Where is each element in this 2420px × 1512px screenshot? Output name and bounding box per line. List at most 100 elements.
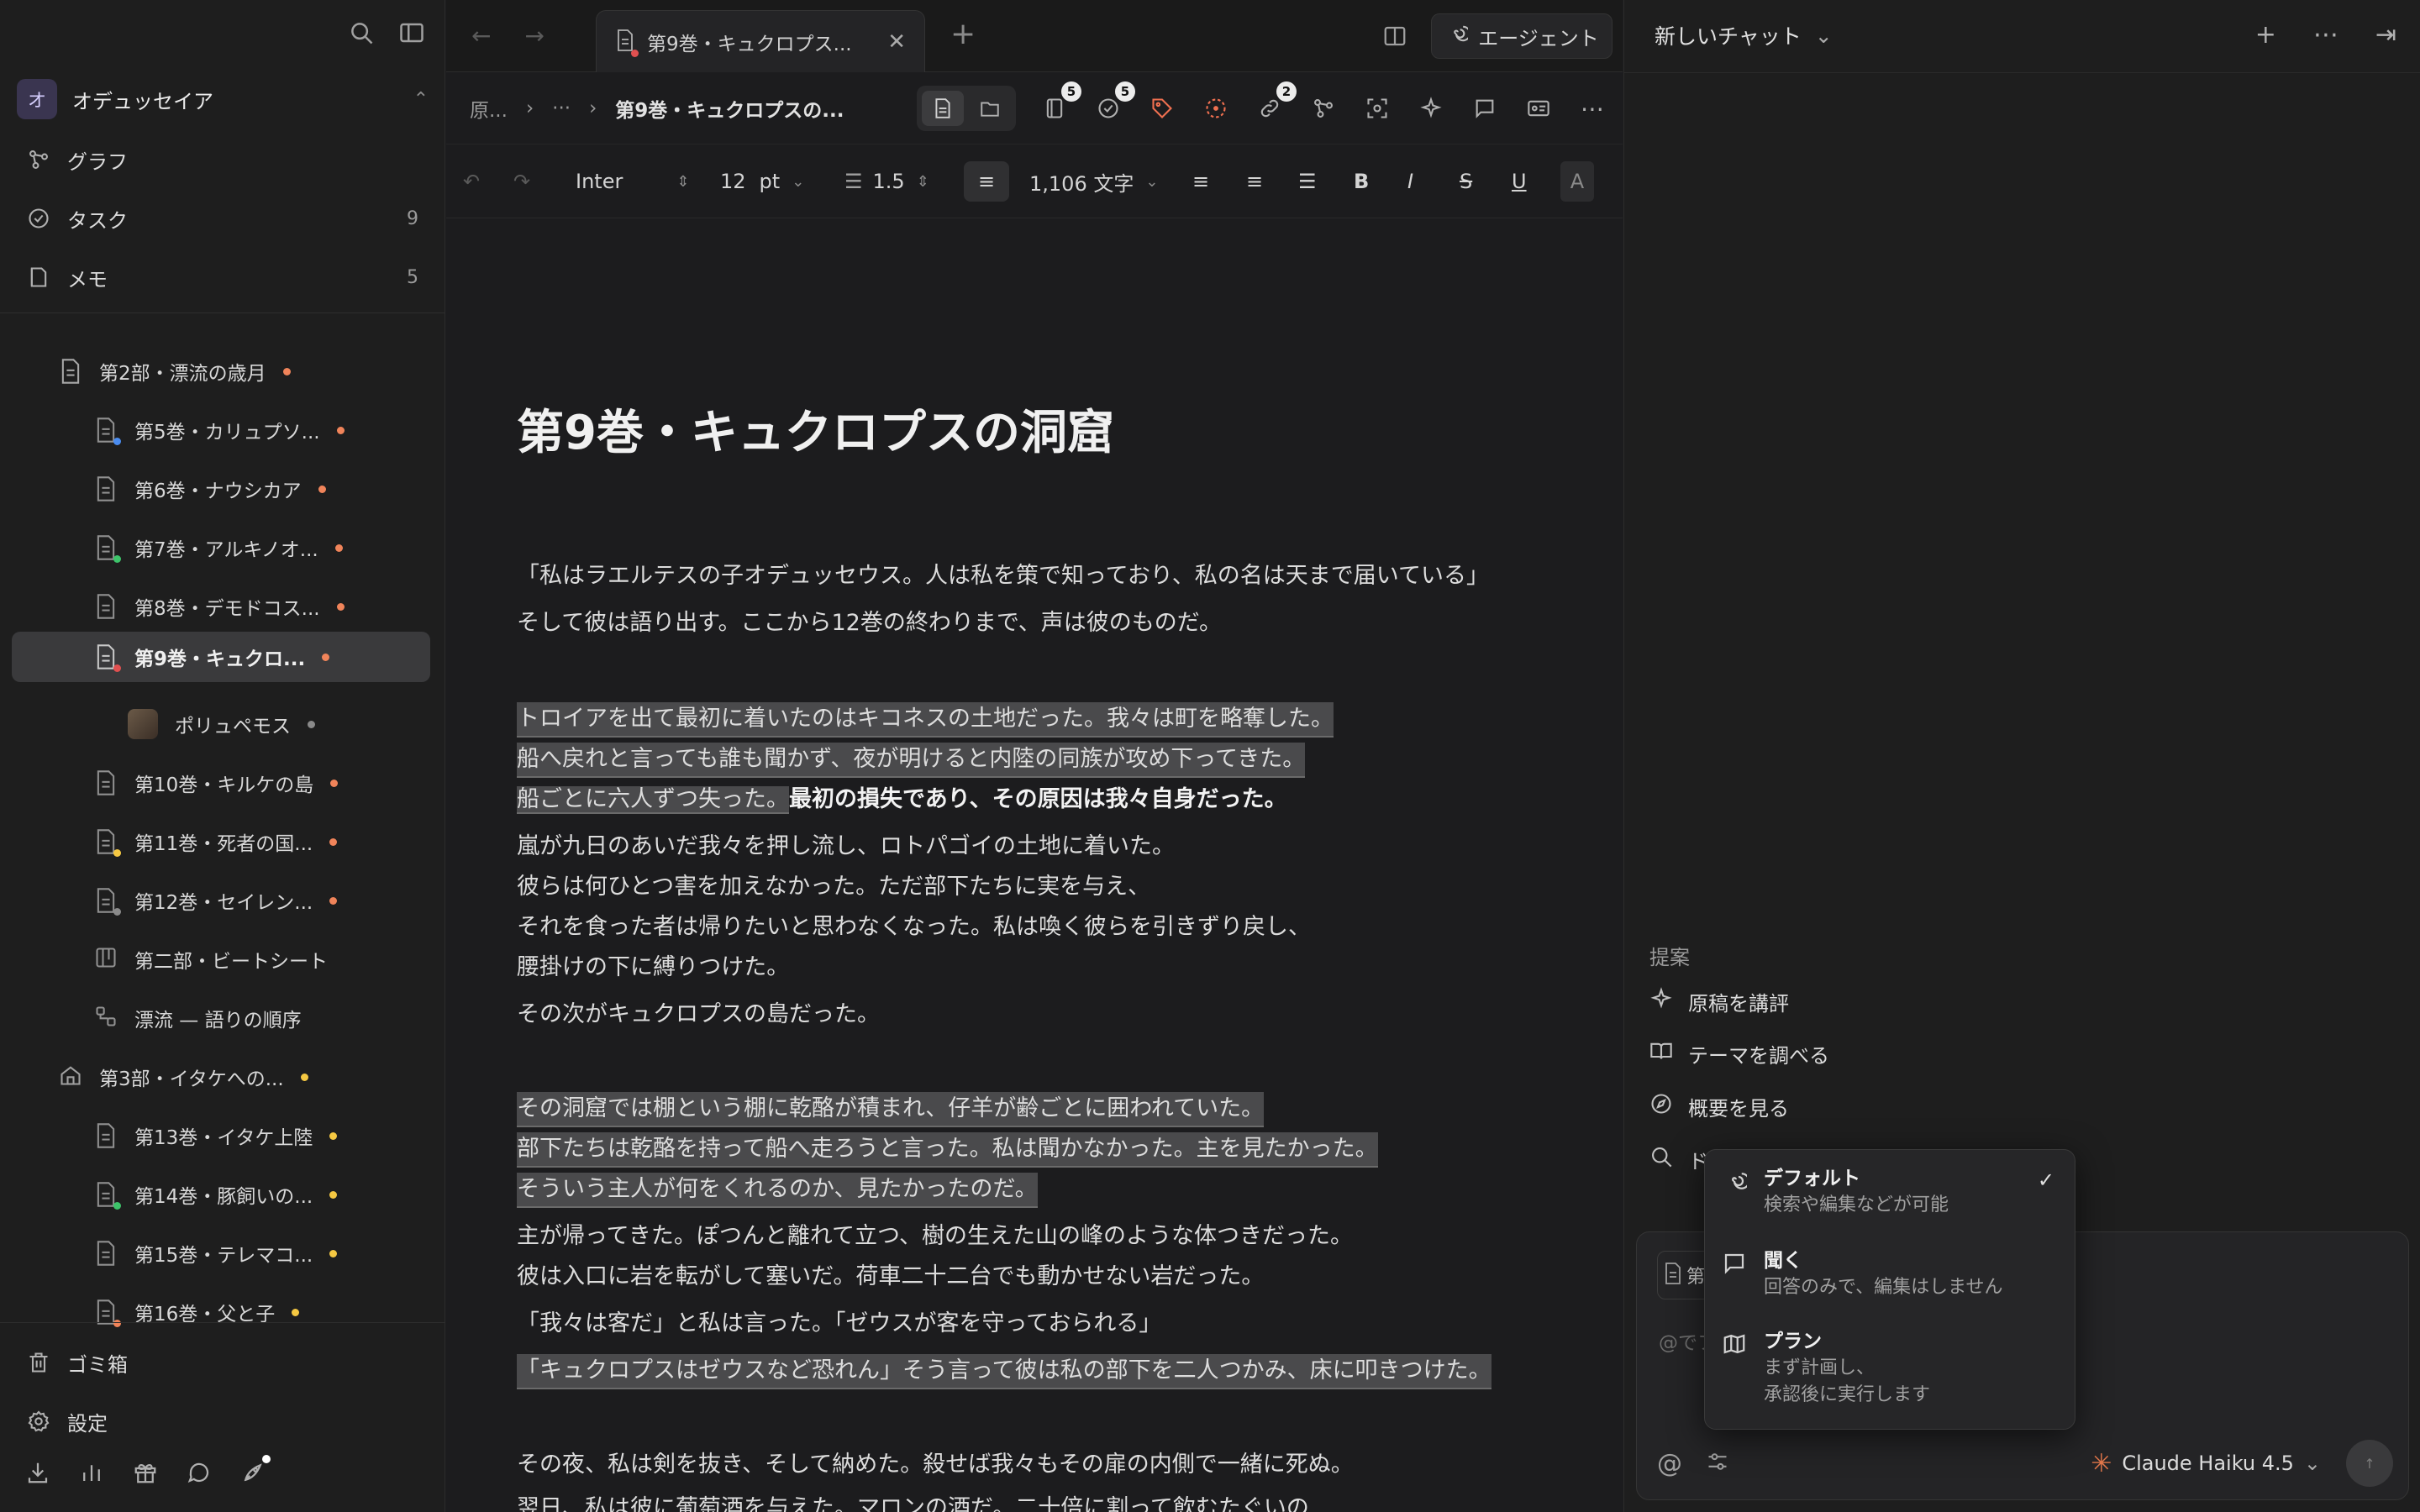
document-toolbar: 5 5 2 ⋯ <box>917 81 1607 131</box>
tree-item-book7[interactable]: 第7巻・アルキノオ... <box>94 522 343 573</box>
forward-arrow-icon[interactable]: → <box>524 22 544 50</box>
id-card-icon[interactable] <box>1523 93 1554 123</box>
settings-button[interactable]: 設定 <box>27 1403 422 1440</box>
trash-button[interactable]: ゴミ箱 <box>27 1344 422 1381</box>
chevron-updown-icon: ⇕ <box>676 172 690 191</box>
tree-item-book11[interactable]: 第11巻・死者の国... <box>94 816 338 867</box>
tab-bar: ← → 第9巻・キュクロプス... ✕ + エージェント <box>446 0 1623 72</box>
tab-active-document[interactable]: 第9巻・キュクロプス... ✕ <box>596 10 925 72</box>
justify-icon[interactable]: ☰ <box>1298 161 1317 202</box>
new-tab-plus-icon[interactable]: + <box>950 17 976 51</box>
model-select[interactable]: ✳ Claude Haiku 4.5 ⌄ <box>2091 1449 2321 1478</box>
tree-item-polyphemus[interactable]: ポリュペモス <box>128 699 315 749</box>
tree-item-book13[interactable]: 第13巻・イタケ上陸 <box>94 1110 338 1161</box>
tree-item-book6[interactable]: 第6巻・ナウシカア <box>94 464 326 514</box>
suggestion-theme[interactable]: テーマを調べる <box>1649 1037 1829 1070</box>
undo-icon[interactable]: ↶ <box>463 161 480 202</box>
redo-icon[interactable]: ↷ <box>513 161 530 202</box>
highlighted-line: 船へ戻れと言っても誰も聞かず、夜が明けると内陸の同族が攻め下ってきた。 <box>517 743 1306 778</box>
font-select[interactable]: Inter ⇕ <box>576 161 689 202</box>
tree-item-book8[interactable]: 第8巻・デモドコス... <box>94 581 345 632</box>
tree-item-book10[interactable]: 第10巻・キルケの島 <box>94 758 339 808</box>
at-mention-icon[interactable]: @ <box>1657 1449 1682 1478</box>
tree-item-book15[interactable]: 第15巻・テレマコ... <box>94 1228 338 1278</box>
nav-label: グラフ <box>67 150 128 174</box>
more-icon[interactable]: ⋯ <box>2313 20 2338 50</box>
context-document-chip[interactable]: 第 <box>1657 1251 1711 1299</box>
graph-icon[interactable] <box>1308 93 1339 123</box>
chat-title-dropdown[interactable]: 新しいチャット ⌄ <box>1655 20 1833 50</box>
align-center-icon[interactable]: ≡ <box>1192 161 1209 202</box>
document-icon <box>94 1122 118 1149</box>
tree-item-beatsheet[interactable]: 第二部・ビートシート <box>94 934 328 984</box>
download-icon[interactable] <box>25 1460 50 1485</box>
link-icon[interactable]: 2 <box>1255 81 1297 123</box>
align-right-icon[interactable]: ≡ <box>1246 161 1263 202</box>
breadcrumb-current[interactable]: 第9巻・キュクロプスの... <box>615 94 844 123</box>
tree-item-book16[interactable]: 第16巻・父と子 <box>94 1287 300 1337</box>
italic-icon[interactable]: I <box>1407 161 1413 202</box>
workspace-switcher[interactable]: オ オデュッセイア ⌃ <box>17 79 429 119</box>
tree-item-narrative-order[interactable]: 漂流 — 語りの順序 <box>94 993 302 1043</box>
sidebar-toggle-icon[interactable] <box>399 20 424 45</box>
paragraph-line: 主が帰ってきた。ぽつんと離れて立つ、樹の生えた山の峰のような体つきだった。 <box>517 1223 1353 1249</box>
mode-option-default[interactable]: デフォルト 検索や編集などが可能 <box>1722 1165 2058 1219</box>
agent-button[interactable]: エージェント <box>1431 13 1612 59</box>
nav-item-graph[interactable]: グラフ <box>27 141 418 178</box>
focus-icon[interactable] <box>1362 93 1392 123</box>
tree-item-part3[interactable]: 第3部・イタケへの... <box>59 1052 308 1102</box>
font-size-select[interactable]: 12 pt ⌄ <box>720 161 804 202</box>
suggestion-review[interactable]: 原稿を講評 <box>1649 984 1789 1018</box>
tree-item-book14[interactable]: 第14巻・豚飼いの... <box>94 1169 338 1220</box>
underline-icon[interactable]: U <box>1512 161 1527 202</box>
close-icon[interactable]: ✕ <box>887 29 906 55</box>
gift-icon[interactable] <box>133 1460 158 1485</box>
line-height-select[interactable]: ☰ 1.5 ⇕ <box>844 161 929 202</box>
tasks-icon[interactable]: 5 <box>1093 81 1135 123</box>
breadcrumb-root[interactable]: 原... <box>470 94 508 123</box>
mode-dropdown-menu: デフォルト 検索や編集などが可能 ✓ 聞く 回答のみで、編集はしません プラン … <box>1704 1149 2075 1430</box>
mode-option-plan[interactable]: プラン まず計画し、 承認後に実行します <box>1722 1328 2058 1409</box>
align-left-icon[interactable]: ≡ <box>964 161 1009 202</box>
sparkle-icon[interactable] <box>1416 93 1446 123</box>
nav-item-notes[interactable]: メモ 5 <box>27 259 418 296</box>
status-circle-icon[interactable] <box>1201 93 1231 123</box>
send-button[interactable]: ↑ <box>2346 1440 2393 1487</box>
chat-bubble-icon[interactable] <box>187 1460 212 1485</box>
tree-item-book5[interactable]: 第5巻・カリュプソ... <box>94 405 345 455</box>
strikethrough-icon[interactable]: S <box>1460 161 1472 202</box>
files-icon[interactable]: 5 <box>1039 81 1081 123</box>
breadcrumb-ellipsis[interactable]: ··· <box>552 97 571 119</box>
split-view-icon[interactable] <box>1382 24 1407 49</box>
tree-item-book9[interactable]: 第9巻・キュクロ... <box>12 632 430 682</box>
mode-option-ask[interactable]: 聞く 回答のみで、編集はしません <box>1722 1247 2058 1301</box>
sliders-icon[interactable] <box>1706 1450 1729 1477</box>
collapse-panel-icon[interactable]: ⇥ <box>2375 20 2396 50</box>
more-icon[interactable]: ⋯ <box>1577 93 1607 123</box>
suggestion-search[interactable]: ド <box>1649 1142 1708 1176</box>
text-color-icon[interactable]: A <box>1560 161 1594 202</box>
back-arrow-icon[interactable]: ← <box>471 22 491 50</box>
word-count-select[interactable]: 1,106 文字 ⌄ <box>1029 161 1158 202</box>
comment-icon[interactable] <box>1470 93 1500 123</box>
folder-icon[interactable] <box>969 91 1011 126</box>
nav-item-tasks[interactable]: タスク 9 <box>27 200 418 237</box>
footer-label: 設定 <box>67 1411 108 1436</box>
document-view-icon[interactable] <box>922 91 964 126</box>
tree-item-label: 第12巻・セイレン... <box>134 892 313 914</box>
highlighted-line: 「キュクロプスはゼウスなど恐れん」そう言って彼は私の部下を二人つかみ、床に叩きつ… <box>517 1354 1491 1389</box>
bold-icon[interactable]: B <box>1354 161 1369 202</box>
tag-icon[interactable] <box>1147 93 1177 123</box>
document-icon <box>94 1240 118 1267</box>
line-height-value: 1.5 <box>872 170 905 193</box>
flow-icon <box>94 1005 118 1032</box>
search-icon[interactable] <box>349 20 374 45</box>
rocket-icon[interactable] <box>240 1455 271 1485</box>
highlighted-span: 船ごとに六人ずつ失った。 <box>517 786 789 814</box>
document-icon <box>615 29 639 57</box>
tree-item-part2[interactable]: 第2部・漂流の歳月 <box>59 346 291 396</box>
tree-item-book12[interactable]: 第12巻・セイレン... <box>94 875 338 926</box>
plus-icon[interactable]: + <box>2255 20 2276 50</box>
bar-chart-icon[interactable] <box>79 1460 104 1485</box>
suggestion-overview[interactable]: 概要を見る <box>1649 1089 1789 1123</box>
